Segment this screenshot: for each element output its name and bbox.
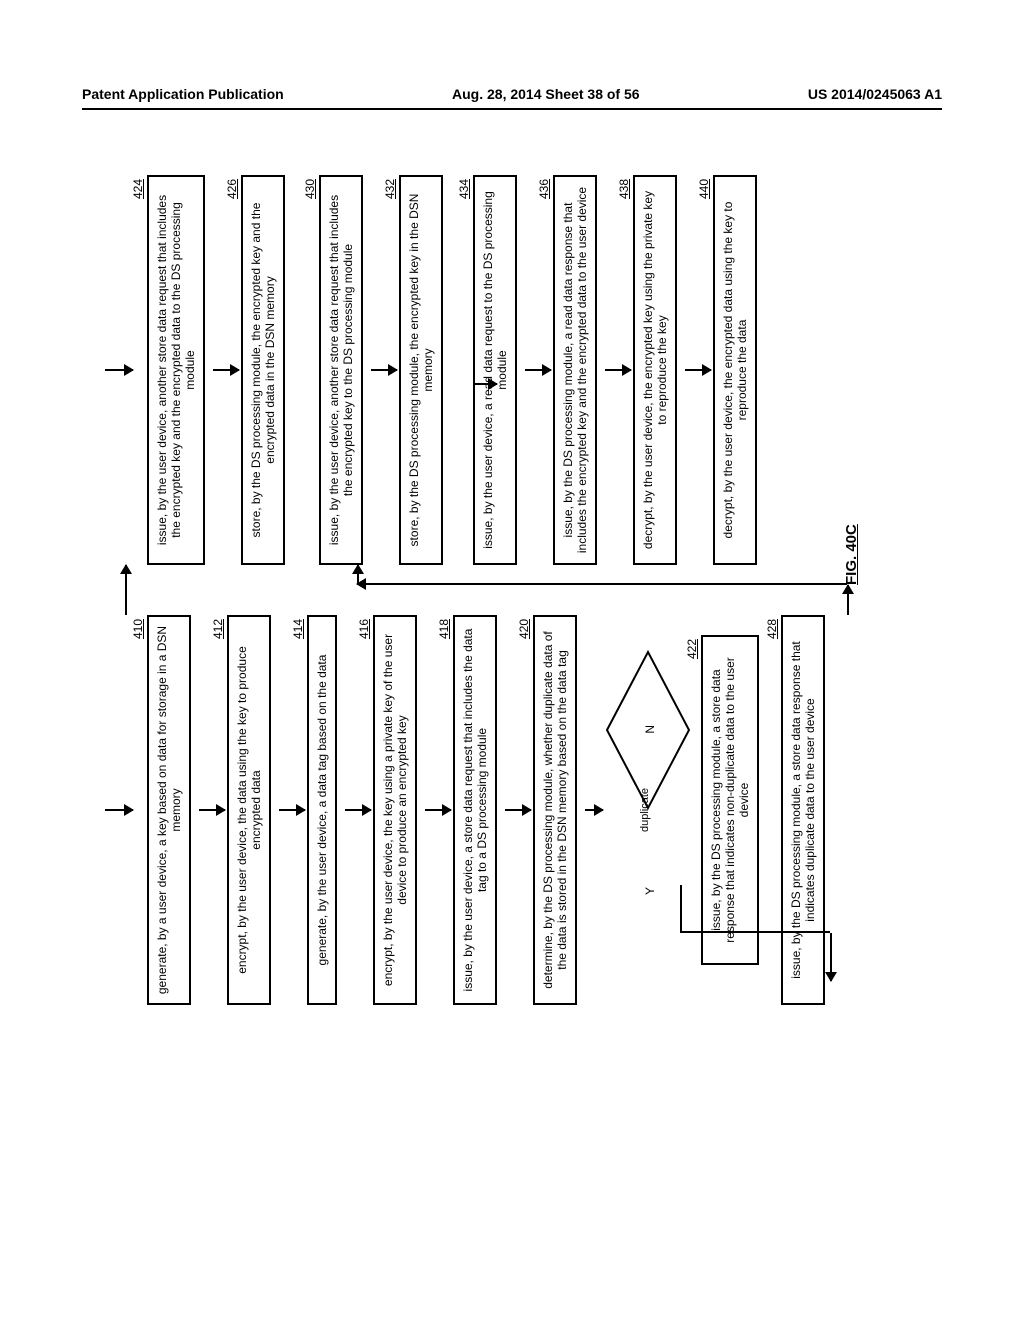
step-438: 438 decrypt, by the user device, the enc…: [633, 175, 677, 565]
arrow-down-icon: [279, 809, 305, 811]
step-432: 432 store, by the DS processing module, …: [399, 175, 443, 565]
arrow-down-icon: [585, 809, 603, 811]
step-text: issue, by the DS processing module, a re…: [561, 187, 589, 553]
ref-number: 414: [291, 619, 305, 639]
connector-y-branch-bot: [830, 933, 832, 981]
ref-number: 438: [617, 179, 631, 199]
connector-422-to-right: [125, 565, 127, 615]
step-text: generate, by the user device, a data tag…: [315, 655, 329, 966]
header-rule: [82, 108, 942, 110]
ref-number: 440: [697, 179, 711, 199]
ref-number: 430: [303, 179, 317, 199]
figure-label: FIG. 40C: [843, 524, 860, 585]
arrow-down-icon: [371, 369, 397, 371]
connector-428-to-430-h2: [357, 565, 359, 585]
step-text: store, by the DS processing module, the …: [249, 203, 277, 538]
ref-number: 428: [765, 619, 779, 639]
arrow-down-icon: [213, 369, 239, 371]
header-center: Aug. 28, 2014 Sheet 38 of 56: [452, 86, 640, 102]
connector-428-to-430-h: [847, 585, 849, 615]
ref-number: 412: [211, 619, 225, 639]
step-414: 414 generate, by the user device, a data…: [307, 615, 337, 1005]
step-412: 412 encrypt, by the user device, the dat…: [227, 615, 271, 1005]
ref-number: 418: [437, 619, 451, 639]
arrow-down-icon: [199, 809, 225, 811]
spacer: [293, 175, 319, 565]
ref-number: 420: [517, 619, 531, 639]
ref-number: 434: [457, 179, 471, 199]
step-430: 430 issue, by the user device, another s…: [319, 175, 363, 565]
ref-number: 432: [383, 179, 397, 199]
page-header: Patent Application Publication Aug. 28, …: [82, 86, 942, 102]
step-418: 418 issue, by the user device, a store d…: [453, 615, 497, 1005]
step-416: 416 encrypt, by the user device, the key…: [373, 615, 417, 1005]
arrow-down-icon: [425, 809, 451, 811]
header-left: Patent Application Publication: [82, 86, 284, 102]
arrow-down-icon: [525, 369, 551, 371]
connector-into-434: [475, 383, 497, 385]
flow-left-column: 410 generate, by a user device, a key ba…: [105, 615, 833, 1005]
step-422: 422 issue, by the DS processing module, …: [701, 635, 759, 965]
page: Patent Application Publication Aug. 28, …: [0, 0, 1024, 1320]
ref-number: 436: [537, 179, 551, 199]
step-text: issue, by the user device, a read data r…: [481, 191, 509, 549]
ref-number: 426: [225, 179, 239, 199]
step-text: issue, by the user device, another store…: [155, 195, 197, 545]
step-text: encrypt, by the user device, the data us…: [235, 646, 263, 974]
step-434: 434 issue, by the user device, a read da…: [473, 175, 517, 565]
ref-number: 424: [131, 179, 145, 199]
flowchart: 410 generate, by a user device, a key ba…: [105, 175, 865, 1005]
step-424: 424 issue, by the user device, another s…: [147, 175, 205, 565]
header-right: US 2014/0245063 A1: [808, 86, 942, 102]
spacer: [451, 175, 473, 565]
step-text: decrypt, by the user device, the encrypt…: [641, 191, 669, 549]
connector-y-branch-vert: [680, 931, 830, 933]
branch-n-label: N: [643, 725, 657, 734]
step-text: issue, by the DS processing module, a st…: [789, 641, 817, 979]
step-420: 420 determine, by the DS processing modu…: [533, 615, 577, 1005]
ref-number: 410: [131, 619, 145, 639]
step-text: generate, by a user device, a key based …: [155, 626, 183, 994]
step-436: 436 issue, by the DS processing module, …: [553, 175, 597, 565]
ref-number: 422: [685, 639, 699, 659]
step-text: store, by the DS processing module, the …: [407, 194, 435, 547]
step-text: encrypt, by the user device, the key usi…: [381, 634, 409, 986]
step-text: issue, by the DS processing module, a st…: [709, 657, 751, 943]
arrow-down-icon: [685, 369, 711, 371]
step-text: issue, by the user device, another store…: [327, 195, 355, 545]
decision-text: duplicate: [639, 788, 651, 832]
step-428: 428 issue, by the DS processing module, …: [781, 615, 825, 1005]
arrow-down-icon: [505, 809, 531, 811]
arrow-down-icon: [345, 809, 371, 811]
step-410: 410 generate, by a user device, a key ba…: [147, 615, 191, 1005]
branch-y-label: Y: [643, 887, 657, 895]
arrow-down-icon: [605, 369, 631, 371]
ref-number: 416: [357, 619, 371, 639]
spacer: [767, 615, 781, 1005]
step-440: 440 decrypt, by the user device, the enc…: [713, 175, 757, 565]
decision-duplicate: duplicate Y N: [605, 615, 691, 1005]
step-text: issue, by the user device, a store data …: [461, 629, 489, 992]
step-text: decrypt, by the user device, the encrypt…: [721, 202, 749, 539]
step-text: determine, by the DS processing module, …: [541, 631, 569, 989]
flow-right-column: 424 issue, by the user device, another s…: [105, 175, 765, 565]
arrow-down-icon: [105, 809, 133, 811]
connector-y-branch-top: [680, 885, 682, 933]
step-426: 426 store, by the DS processing module, …: [241, 175, 285, 565]
arrow-down-icon: [105, 369, 133, 371]
connector-428-to-430-v: [357, 583, 847, 585]
